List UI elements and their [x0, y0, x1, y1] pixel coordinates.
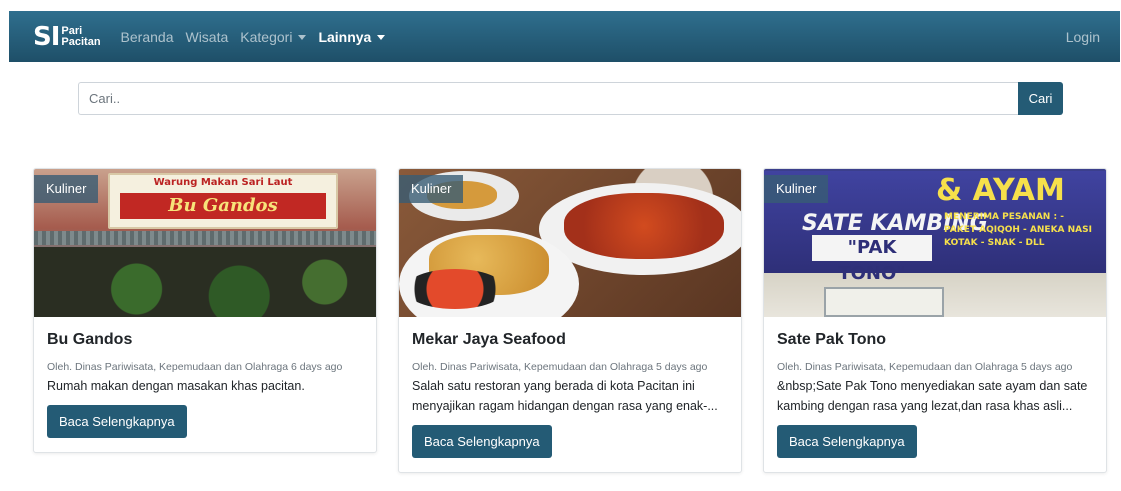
banner-and-ayam: & AYAM — [936, 173, 1065, 208]
caret-down-icon — [298, 34, 307, 40]
nav-dropdown-kategori[interactable]: Kategori — [240, 28, 307, 45]
category-badge: Kuliner — [764, 175, 829, 203]
brand-text: Pari Pacitan — [61, 24, 101, 48]
nav-dropdown-lainnya[interactable]: Lainnya — [318, 28, 386, 45]
card-image[interactable]: Warung Makan Sari Laut Bu Gandos Kuliner — [34, 169, 376, 317]
banner-info: MENERIMA PESANAN : - PAKET AQIQOH - ANEK… — [944, 212, 1092, 248]
shop-sign-main: Bu Gandos — [120, 193, 326, 219]
shop-sign: Warung Makan Sari Laut Bu Gandos — [108, 173, 338, 229]
sauce-bowl-decoration — [405, 269, 505, 309]
card-title[interactable]: Sate Pak Tono — [777, 331, 1094, 349]
read-more-button[interactable]: Baca Selengkapnya — [47, 405, 187, 438]
nav-dropdown-kategori-label: Kategori — [240, 28, 293, 45]
search-input[interactable] — [78, 82, 1018, 115]
search-bar: Cari — [78, 82, 1063, 115]
card-text: Rumah makan dengan masakan khas pacitan. — [47, 379, 305, 393]
brand-line1: Pari — [61, 24, 83, 37]
card-body: Sate Pak Tono Oleh. Dinas Pariwisata, Ke… — [764, 317, 1106, 472]
food-decoration — [564, 193, 724, 259]
nav-link-beranda[interactable]: Beranda — [121, 29, 174, 45]
nav-dropdown-lainnya-label: Lainnya — [318, 28, 372, 45]
nav-link-wisata[interactable]: Wisata — [185, 29, 228, 45]
banner-pak-tono: "PAK TONO" — [812, 235, 932, 284]
shop-sign-top: Warung Makan Sari Laut — [153, 177, 293, 188]
card-image[interactable]: Kuliner — [399, 169, 741, 317]
read-more-button[interactable]: Baca Selengkapnya — [777, 425, 917, 458]
shelf-decoration — [824, 287, 944, 317]
card-mekar-jaya-seafood: Kuliner Mekar Jaya Seafood Oleh. Dinas P… — [398, 168, 742, 473]
card-meta: Oleh. Dinas Pariwisata, Kepemudaan dan O… — [47, 361, 343, 373]
card-body: Mekar Jaya Seafood Oleh. Dinas Pariwisat… — [399, 317, 741, 472]
search-button[interactable]: Cari — [1018, 82, 1063, 115]
card-sate-pak-tono: & AYAM SATE KAMBING "PAK TONO" MENERIMA … — [763, 168, 1107, 473]
caret-down-icon — [377, 34, 386, 40]
card-body: Bu Gandos Oleh. Dinas Pariwisata, Kepemu… — [34, 317, 376, 452]
card-bu-gandos: Warung Makan Sari Laut Bu Gandos Kuliner… — [33, 168, 377, 453]
card-text: Salah satu restoran yang berada di kota … — [412, 379, 718, 413]
category-badge: Kuliner — [399, 175, 464, 203]
card-image[interactable]: & AYAM SATE KAMBING "PAK TONO" MENERIMA … — [764, 169, 1106, 317]
brand-line2: Pacitan — [61, 35, 101, 48]
roof-decoration — [34, 231, 376, 245]
category-badge: Kuliner — [34, 175, 99, 203]
login-link[interactable]: Login — [1066, 29, 1100, 45]
brand-logo[interactable]: SI Pari Pacitan — [33, 24, 101, 50]
card-title[interactable]: Bu Gandos — [47, 331, 364, 349]
card-text: &nbsp;Sate Pak Tono menyediakan sate aya… — [777, 379, 1088, 413]
card-meta: Oleh. Dinas Pariwisata, Kepemudaan dan O… — [777, 361, 1073, 373]
brand-mark: SI — [33, 21, 60, 52]
read-more-button[interactable]: Baca Selengkapnya — [412, 425, 552, 458]
card-title[interactable]: Mekar Jaya Seafood — [412, 331, 729, 349]
navbar: SI Pari Pacitan Beranda Wisata Kategori … — [9, 11, 1120, 62]
plants-decoration — [34, 247, 376, 317]
card-meta: Oleh. Dinas Pariwisata, Kepemudaan dan O… — [412, 361, 708, 373]
